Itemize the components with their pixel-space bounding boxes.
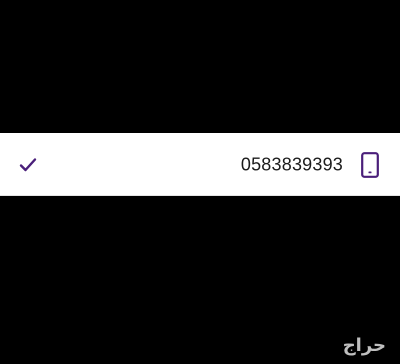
phone-number-text: 0583839393	[240, 154, 343, 174]
mobile-phone-icon-glyph	[361, 151, 379, 178]
check-icon[interactable]	[16, 153, 40, 177]
mobile-phone-icon	[361, 151, 379, 178]
check-icon-glyph	[19, 157, 37, 171]
screen: 0583839393 حراج	[0, 0, 400, 364]
haraj-watermark: حراج	[342, 335, 386, 356]
phone-number-row[interactable]: 0583839393	[0, 133, 400, 196]
row-divider	[0, 195, 400, 196]
